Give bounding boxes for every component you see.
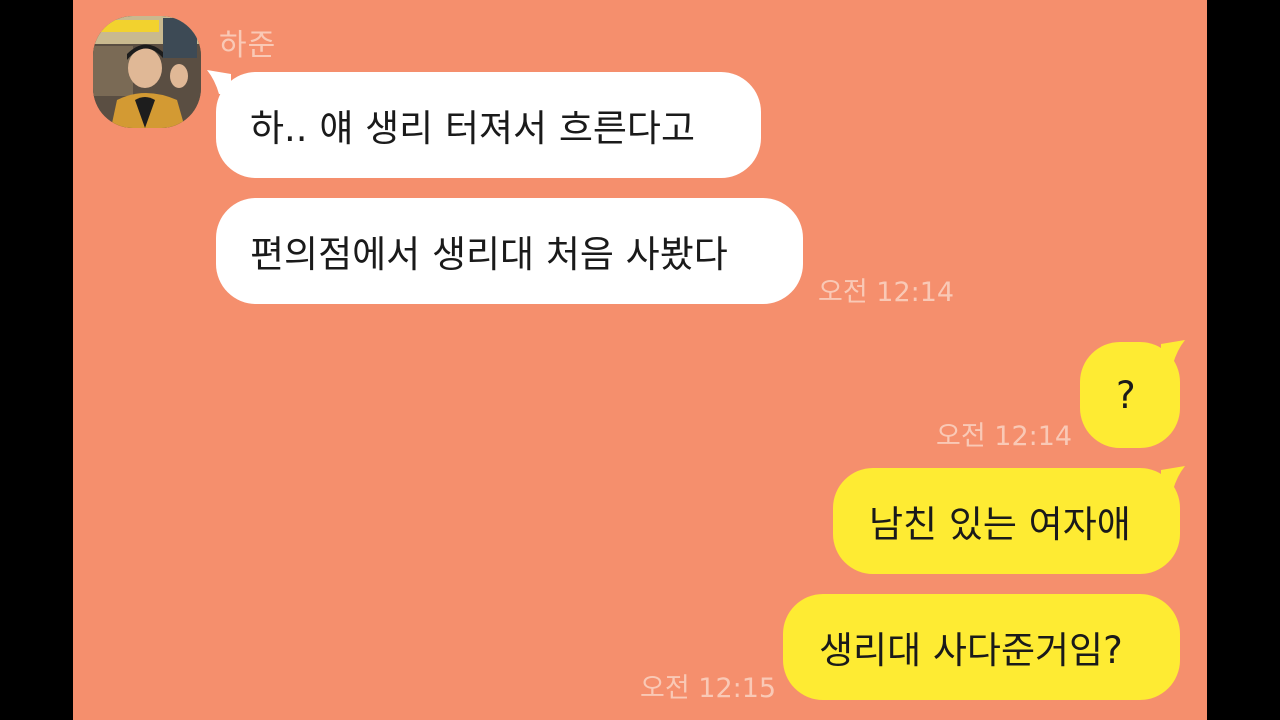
message-text: 생리대 사다준거임? [819, 629, 1123, 672]
sender-name: 하준 [219, 28, 277, 63]
message-text: ? [1116, 373, 1136, 417]
outgoing-message-3[interactable]: 생리대 사다준거임? [783, 594, 1180, 700]
message-timestamp: 오전 12:14 [818, 277, 955, 308]
avatar-photo-icon [93, 16, 201, 128]
message-text: 남친 있는 여자애 [869, 503, 1131, 546]
message-text: 하.. 얘 생리 터져서 흐른다고 [250, 107, 696, 150]
outgoing-message-1[interactable]: ? [1080, 342, 1180, 448]
chat-area[interactable]: 하준 하.. 얘 생리 터져서 흐른다고 편의점에서 생리대 처음 사봤다 오전… [73, 0, 1207, 720]
incoming-message-1[interactable]: 하.. 얘 생리 터져서 흐른다고 [216, 72, 761, 178]
incoming-message-2[interactable]: 편의점에서 생리대 처음 사봤다 [216, 198, 803, 304]
message-timestamp: 오전 12:15 [640, 673, 777, 704]
message-timestamp: 오전 12:14 [936, 421, 1073, 452]
video-frame: 하준 하.. 얘 생리 터져서 흐른다고 편의점에서 생리대 처음 사봤다 오전… [0, 0, 1280, 720]
sender-avatar[interactable] [93, 16, 201, 128]
message-text: 편의점에서 생리대 처음 사봤다 [250, 233, 728, 276]
outgoing-message-2[interactable]: 남친 있는 여자애 [833, 468, 1180, 574]
